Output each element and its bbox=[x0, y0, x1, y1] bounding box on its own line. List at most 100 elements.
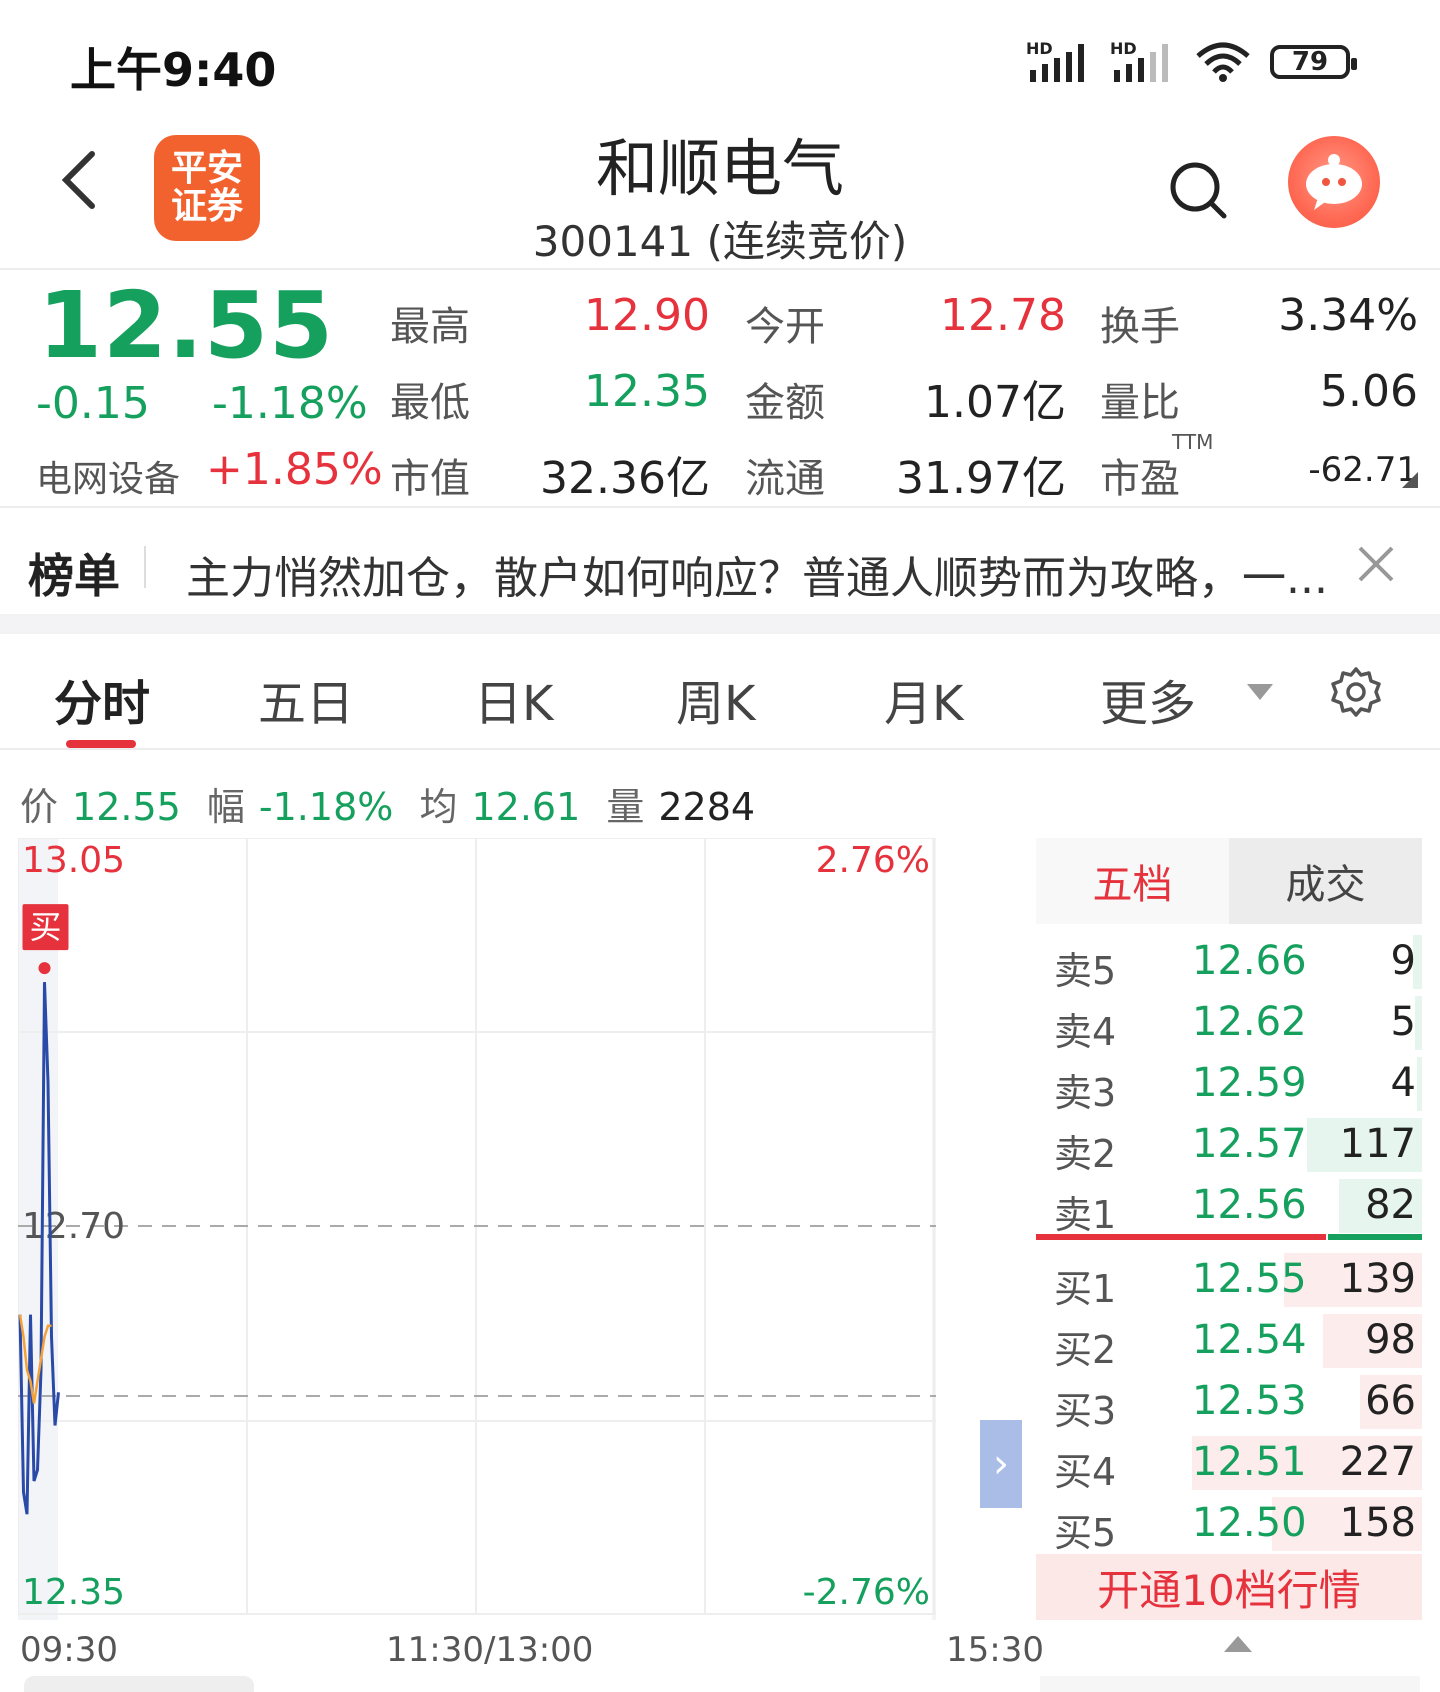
tab-day-k[interactable]: 日K bbox=[474, 664, 553, 734]
stat-label: 市盈 bbox=[1100, 456, 1180, 502]
price-change-pct: -1.18% bbox=[212, 378, 368, 429]
order-vol: 82 bbox=[1365, 1182, 1416, 1228]
order-label: 卖3 bbox=[1054, 1071, 1117, 1115]
tab-trades[interactable]: 成交 bbox=[1229, 838, 1422, 924]
gear-icon[interactable] bbox=[1330, 666, 1382, 718]
x-label-open: 09:30 bbox=[20, 1630, 118, 1670]
divider bbox=[0, 268, 1440, 270]
wifi-icon bbox=[1196, 42, 1250, 82]
y-min-label: 12.35 bbox=[22, 1572, 125, 1613]
order-vol: 117 bbox=[1339, 1121, 1416, 1167]
stat-value: 5.06 bbox=[1320, 366, 1418, 417]
divider bbox=[0, 506, 1440, 508]
sector-name[interactable]: 电网设备 bbox=[36, 450, 180, 502]
stat-value: -62.71 bbox=[1308, 450, 1418, 490]
x-label-close: 15:30 bbox=[946, 1630, 1044, 1670]
order-label: 买3 bbox=[1054, 1389, 1117, 1433]
order-vol: 66 bbox=[1365, 1378, 1416, 1424]
signal-icon-2: HD bbox=[1110, 40, 1168, 82]
order-price: 12.56 bbox=[1192, 1182, 1307, 1228]
order-price: 12.53 bbox=[1192, 1378, 1307, 1424]
stat-label: 换手 bbox=[1100, 304, 1180, 350]
stat-value: 12.35 bbox=[584, 366, 710, 417]
order-price: 12.66 bbox=[1192, 938, 1307, 984]
bottom-panel-peek bbox=[0, 1674, 1440, 1692]
order-price: 12.59 bbox=[1192, 1060, 1307, 1106]
stat-value: 3.34% bbox=[1278, 290, 1418, 341]
order-label: 买2 bbox=[1054, 1328, 1117, 1372]
order-label: 卖1 bbox=[1054, 1193, 1117, 1237]
news-headline[interactable]: 主力悄然加仓，散户如何响应？普通人顺势而为攻略，一... bbox=[186, 542, 1346, 606]
ask-row[interactable]: 卖5 12.66 9 bbox=[1036, 932, 1422, 993]
bid-row[interactable]: 买3 12.53 66 bbox=[1036, 1372, 1422, 1433]
ask-row[interactable]: 卖1 12.56 82 bbox=[1036, 1176, 1422, 1237]
tab-intraday[interactable]: 分时 bbox=[54, 664, 150, 734]
ttm-label: TTM bbox=[1172, 430, 1214, 454]
stat-label: 今开 bbox=[745, 304, 825, 350]
buy-marker-text: 买 bbox=[29, 908, 61, 946]
status-icons: HD HD 79 bbox=[1026, 40, 1357, 84]
intraday-summary: 价 12.55 幅 -1.18% 均 12.61 量 2284 bbox=[20, 785, 756, 829]
pct-min-label: -2.76% bbox=[803, 1572, 930, 1613]
order-vol: 4 bbox=[1390, 1060, 1416, 1106]
stat-label: 量比 bbox=[1100, 380, 1180, 426]
corner-mark-icon bbox=[1402, 472, 1418, 488]
stat-label: 流通 bbox=[745, 456, 825, 502]
price-change: -0.15 bbox=[36, 378, 150, 429]
bid-row[interactable]: 买4 12.51 227 bbox=[1036, 1433, 1422, 1494]
upgrade-level10-button[interactable]: 开通10档行情 bbox=[1036, 1554, 1422, 1620]
order-price: 12.62 bbox=[1192, 999, 1307, 1045]
assistant-avatar-icon[interactable] bbox=[1288, 136, 1380, 228]
order-price: 12.57 bbox=[1192, 1121, 1307, 1167]
order-vol: 5 bbox=[1390, 999, 1416, 1045]
stat-value: 31.97亿 bbox=[896, 453, 1066, 504]
order-price: 12.51 bbox=[1192, 1439, 1307, 1485]
stat-value: 12.78 bbox=[940, 290, 1066, 341]
divider bbox=[144, 546, 146, 588]
stat-label: 金额 bbox=[745, 380, 825, 426]
y-mid-label: 12.70 bbox=[22, 1206, 125, 1247]
tab-more[interactable]: 更多 bbox=[1100, 664, 1196, 734]
bid-row[interactable]: 买1 12.55 139 bbox=[1036, 1250, 1422, 1311]
order-vol: 227 bbox=[1339, 1439, 1416, 1485]
stat-value: 1.07亿 bbox=[924, 377, 1066, 428]
svg-text:HD: HD bbox=[1110, 40, 1137, 58]
chevron-down-icon[interactable] bbox=[1247, 684, 1273, 700]
x-label-midday: 11:30/13:00 bbox=[386, 1630, 594, 1670]
divider bbox=[0, 748, 1440, 750]
order-label: 卖5 bbox=[1054, 949, 1117, 993]
stat-label: 市值 bbox=[390, 456, 470, 502]
order-label: 买1 bbox=[1054, 1267, 1117, 1311]
order-vol: 98 bbox=[1365, 1317, 1416, 1363]
order-label: 卖2 bbox=[1054, 1132, 1117, 1176]
order-vol: 139 bbox=[1339, 1256, 1416, 1302]
close-icon[interactable] bbox=[1356, 544, 1396, 584]
tab-five-level[interactable]: 五档 bbox=[1036, 838, 1229, 924]
bid-row[interactable]: 买5 12.50 158 bbox=[1036, 1494, 1422, 1555]
status-time: 上午9:40 bbox=[70, 43, 277, 97]
y-max-label: 13.05 bbox=[22, 840, 125, 881]
svg-text:HD: HD bbox=[1026, 40, 1053, 58]
intraday-chart[interactable]: 13.05 12.70 12.35 2.76% -2.76% 买 bbox=[18, 838, 936, 1620]
bid-row[interactable]: 买2 12.54 98 bbox=[1036, 1311, 1422, 1372]
ask-row[interactable]: 卖4 12.62 5 bbox=[1036, 993, 1422, 1054]
order-label: 卖4 bbox=[1054, 1010, 1117, 1054]
current-price: 12.55 bbox=[38, 272, 335, 379]
buy-point-marker bbox=[38, 962, 51, 975]
battery-indicator: 79 bbox=[1270, 45, 1357, 79]
ask-row[interactable]: 卖3 12.59 4 bbox=[1036, 1054, 1422, 1115]
order-label: 买4 bbox=[1054, 1450, 1117, 1494]
pct-max-label: 2.76% bbox=[816, 840, 930, 881]
search-icon[interactable] bbox=[1168, 160, 1228, 220]
stat-label: 最高 bbox=[390, 304, 470, 350]
sector-change: +1.85% bbox=[206, 444, 383, 495]
order-vol: 9 bbox=[1390, 938, 1416, 984]
expand-orderbook-button[interactable]: › bbox=[980, 1420, 1022, 1508]
chevron-up-icon[interactable] bbox=[1224, 1636, 1252, 1652]
order-price: 12.55 bbox=[1192, 1256, 1307, 1302]
tab-week-k[interactable]: 周K bbox=[676, 664, 755, 734]
ask-row[interactable]: 卖2 12.57 117 bbox=[1036, 1115, 1422, 1176]
stat-value: 12.90 bbox=[584, 290, 710, 341]
tab-month-k[interactable]: 月K bbox=[884, 664, 963, 734]
tab-five-day[interactable]: 五日 bbox=[258, 664, 354, 734]
